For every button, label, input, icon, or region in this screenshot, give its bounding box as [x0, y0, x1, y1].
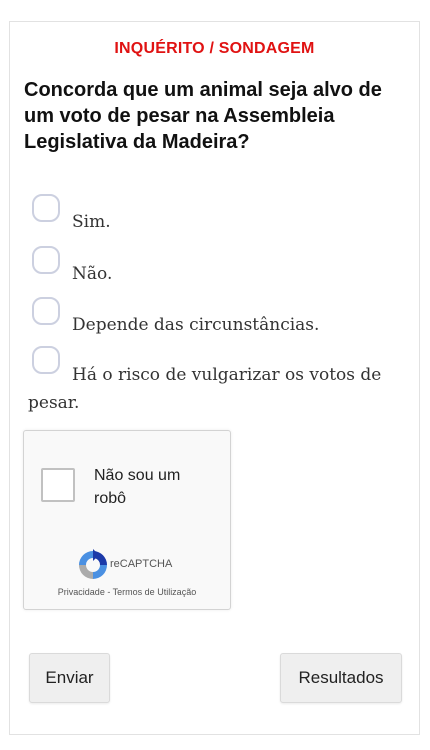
- option-label: Sim.: [72, 212, 111, 232]
- radio-button[interactable]: [32, 194, 60, 222]
- results-button[interactable]: Resultados: [280, 653, 402, 703]
- poll-option-depende[interactable]: Depende das circunstâncias.: [28, 297, 413, 339]
- poll-header: INQUÉRITO / SONDAGEM: [114, 40, 315, 57]
- option-label: Não.: [72, 264, 113, 284]
- send-button[interactable]: Enviar: [29, 653, 110, 703]
- terms-link[interactable]: Termos de Utilização: [113, 587, 197, 597]
- option-label: Há o risco de vulgarizar os votos de pes…: [28, 365, 382, 413]
- recaptcha-checkbox[interactable]: [41, 468, 75, 502]
- recaptcha-links: Privacidade - Termos de Utilização: [24, 587, 230, 597]
- link-separator: -: [104, 587, 113, 597]
- poll-card: INQUÉRITO / SONDAGEM Concorda que um ani…: [9, 21, 420, 735]
- recaptcha-brand: reCAPTCHA: [110, 558, 173, 570]
- radio-button[interactable]: [32, 246, 60, 274]
- recaptcha-label: Não sou um robô: [94, 467, 181, 507]
- poll-question: Concorda que um animal seja alvo de um v…: [24, 79, 382, 153]
- radio-button[interactable]: [32, 346, 60, 374]
- option-label: Depende das circunstâncias.: [72, 315, 320, 335]
- recaptcha-widget: Não sou um robô reCAPTCHA Privacidade - …: [23, 430, 231, 610]
- privacy-link[interactable]: Privacidade: [58, 587, 105, 597]
- poll-option-sim[interactable]: Sim.: [28, 194, 413, 236]
- recaptcha-logo-icon: [79, 549, 107, 579]
- poll-option-risco[interactable]: Há o risco de vulgarizar os votos de pes…: [28, 346, 413, 417]
- radio-button[interactable]: [32, 297, 60, 325]
- poll-option-nao[interactable]: Não.: [28, 246, 413, 288]
